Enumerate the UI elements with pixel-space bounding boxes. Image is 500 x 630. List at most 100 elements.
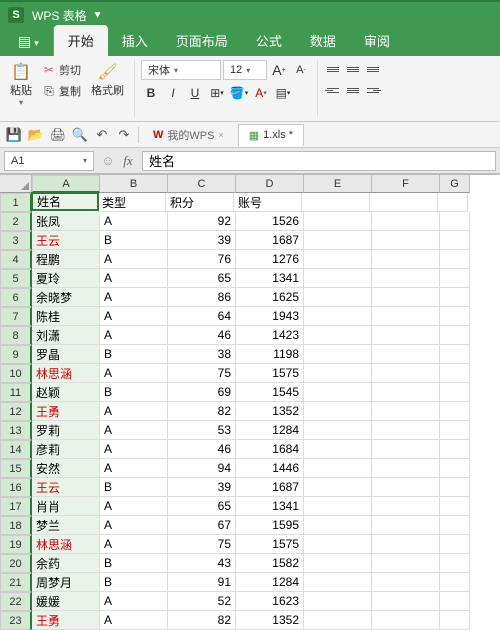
cell[interactable] [372,250,440,269]
cell[interactable] [304,345,372,364]
cell[interactable] [440,345,470,364]
col-header-B[interactable]: B [100,175,168,193]
cell[interactable]: 王勇 [32,402,100,421]
underline-button[interactable]: U [185,83,205,103]
cell[interactable]: A [100,212,168,231]
row-header[interactable]: 20 [0,554,32,573]
cell[interactable]: 1352 [236,611,304,630]
cell[interactable]: 43 [168,554,236,573]
cell[interactable] [440,383,470,402]
row-header[interactable]: 3 [0,231,32,250]
cell[interactable]: 46 [168,440,236,459]
cell[interactable]: 75 [168,535,236,554]
cell[interactable] [440,212,470,231]
align-center-button[interactable] [344,81,362,99]
cell[interactable]: 赵颖 [32,383,100,402]
cell[interactable] [440,307,470,326]
cell[interactable]: 林思涵 [32,364,100,383]
cell[interactable]: 类型 [98,193,166,212]
copy-button[interactable]: ⎘复制 [38,81,85,101]
cell[interactable] [304,288,372,307]
cell[interactable]: 1582 [236,554,304,573]
cell[interactable]: 程鹏 [32,250,100,269]
cell[interactable]: 1284 [236,573,304,592]
cell[interactable]: 1575 [236,535,304,554]
cell[interactable]: A [100,592,168,611]
cell[interactable]: A [100,516,168,535]
row-header[interactable]: 8 [0,326,32,345]
cell[interactable] [440,326,470,345]
cell[interactable]: 刘潇 [32,326,100,345]
cell[interactable] [372,364,440,383]
font-size-select[interactable]: 12▾ [223,60,267,80]
decrease-font-button[interactable]: A- [291,60,311,80]
cell[interactable] [304,535,372,554]
row-header[interactable]: 1 [0,193,32,212]
cell[interactable] [304,554,372,573]
row-header[interactable]: 17 [0,497,32,516]
cell[interactable]: B [100,345,168,364]
border-button[interactable]: ⊞▾ [207,83,227,103]
cell[interactable]: 1684 [236,440,304,459]
font-color-button[interactable]: A▾ [251,83,271,103]
insert-function-icon[interactable]: fx [118,151,138,171]
cell[interactable]: B [100,231,168,250]
align-left-button[interactable] [324,81,342,99]
app-menu-dropdown-icon[interactable]: ▼ [93,10,103,21]
cell[interactable] [304,307,372,326]
formula-input[interactable]: 姓名 [142,151,496,171]
tab-layout[interactable]: 页面布局 [162,25,242,56]
row-header[interactable]: 16 [0,478,32,497]
cell[interactable]: 38 [168,345,236,364]
cell[interactable]: 1352 [236,402,304,421]
cell[interactable]: A [100,250,168,269]
cell[interactable]: 1595 [236,516,304,535]
cell[interactable]: A [100,440,168,459]
cut-button[interactable]: ✂剪切 [38,60,85,80]
cell[interactable]: A [100,535,168,554]
align-middle-button[interactable] [344,60,362,78]
cell[interactable]: A [100,326,168,345]
cell[interactable] [372,307,440,326]
cell[interactable] [440,535,470,554]
bold-button[interactable]: B [141,83,161,103]
tab-review[interactable]: 审阅 [350,25,404,56]
row-header[interactable]: 15 [0,459,32,478]
italic-button[interactable]: I [163,83,183,103]
cell[interactable]: A [100,459,168,478]
cell[interactable] [440,421,470,440]
tab-formula[interactable]: 公式 [242,25,296,56]
cell[interactable] [372,231,440,250]
row-header[interactable]: 7 [0,307,32,326]
paste-button[interactable]: 📋 粘贴 ▾ [6,60,36,109]
cell[interactable]: 积分 [166,193,234,212]
cell[interactable]: 1198 [236,345,304,364]
select-all-corner[interactable] [0,175,32,193]
col-header-D[interactable]: D [236,175,304,193]
cell[interactable]: 67 [168,516,236,535]
cell[interactable] [302,193,370,212]
cell[interactable] [372,345,440,364]
print-icon[interactable]: 🖨 [50,127,66,143]
cell[interactable]: 林思涵 [32,535,100,554]
cell[interactable] [372,459,440,478]
cell[interactable] [440,592,470,611]
cell[interactable] [372,573,440,592]
cell[interactable]: 1276 [236,250,304,269]
cell[interactable]: A [100,421,168,440]
print-preview-icon[interactable]: 🔍 [72,127,88,143]
cell[interactable]: 39 [168,478,236,497]
cell[interactable] [372,478,440,497]
cell[interactable]: 82 [168,402,236,421]
cell[interactable] [304,231,372,250]
cell[interactable]: 安然 [32,459,100,478]
my-wps-tab[interactable]: W我的WPS× [145,127,232,143]
cell[interactable] [372,383,440,402]
name-box[interactable]: A1▾ [4,151,94,171]
open-icon[interactable]: 📂 [28,127,44,143]
row-header[interactable]: 18 [0,516,32,535]
row-header[interactable]: 22 [0,592,32,611]
cell[interactable]: 69 [168,383,236,402]
cell[interactable]: A [100,269,168,288]
cell[interactable]: 1943 [236,307,304,326]
